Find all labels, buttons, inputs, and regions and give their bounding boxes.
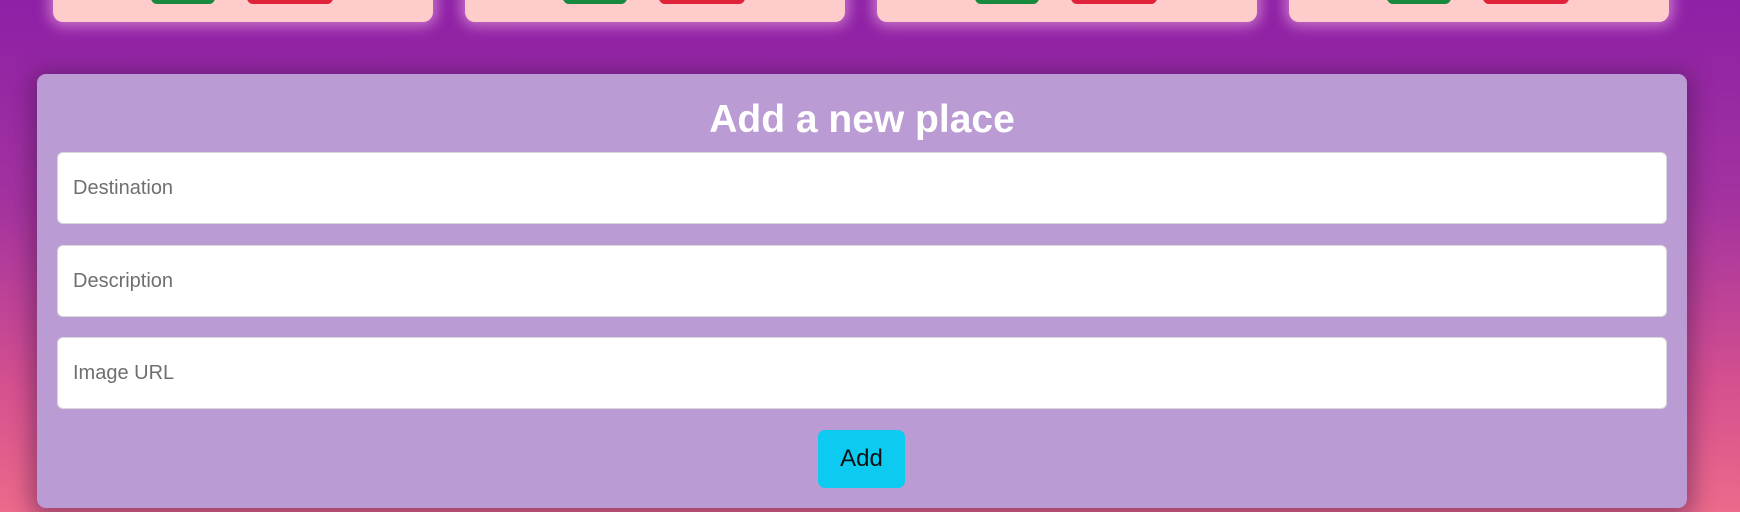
card-delete-button[interactable]: [1483, 0, 1569, 4]
image-url-input[interactable]: [57, 337, 1667, 409]
card-delete-button[interactable]: [1071, 0, 1157, 4]
card-edit-button[interactable]: [563, 0, 627, 4]
form-title: Add a new place: [709, 98, 1015, 141]
place-card: [877, 0, 1257, 22]
destination-input[interactable]: [57, 152, 1667, 224]
add-place-form: Add a new place Add: [37, 74, 1687, 508]
description-input[interactable]: [57, 245, 1667, 317]
place-card: [1289, 0, 1669, 22]
place-card: [53, 0, 433, 22]
card-edit-button[interactable]: [151, 0, 215, 4]
card-edit-button[interactable]: [1387, 0, 1451, 4]
card-delete-button[interactable]: [247, 0, 333, 4]
place-card: [465, 0, 845, 22]
card-delete-button[interactable]: [659, 0, 745, 4]
card-edit-button[interactable]: [975, 0, 1039, 4]
add-button[interactable]: Add: [818, 430, 905, 488]
